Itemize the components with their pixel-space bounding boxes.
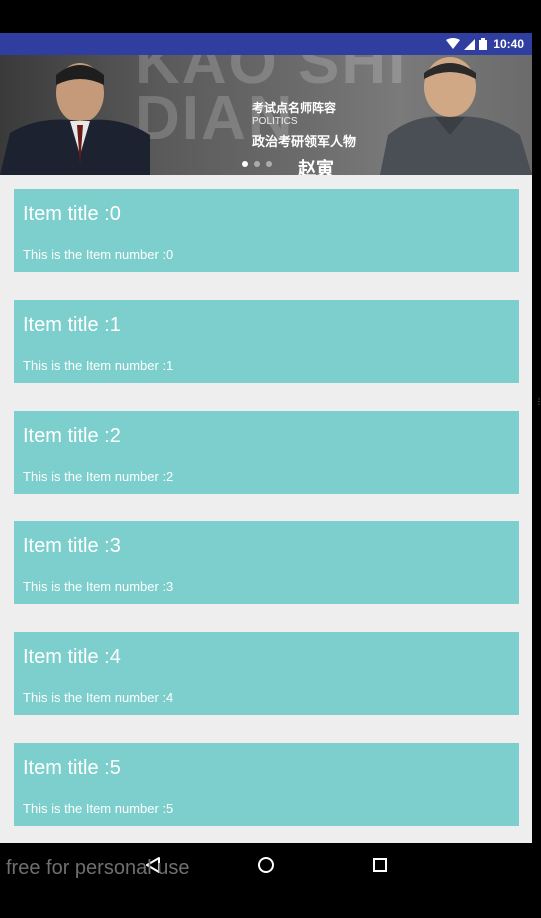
banner-person-left	[0, 55, 150, 175]
scroll-indicator: ⋮	[535, 397, 541, 406]
item-title: Item title :0	[23, 203, 121, 225]
list-item[interactable]: Item title :3 This is the Item number :3	[14, 521, 519, 604]
watermark: free for personal use	[6, 857, 190, 879]
top-frame	[0, 0, 541, 33]
banner-caption-line2: POLITICS	[252, 116, 298, 127]
item-subtitle: This is the Item number :0	[23, 247, 174, 262]
item-list[interactable]: Item title :0 This is the Item number :0…	[0, 175, 532, 843]
signal-icon	[464, 38, 476, 50]
banner-carousel[interactable]: KAO SHI DIAN 考试点名师阵容 POLITICS 政治考研领军人物 赵…	[0, 55, 532, 175]
wifi-icon	[446, 38, 461, 50]
list-item[interactable]: Item title :4 This is the Item number :4	[14, 632, 519, 715]
item-subtitle: This is the Item number :1	[23, 358, 174, 373]
home-icon[interactable]	[254, 855, 278, 875]
item-title: Item title :2	[23, 425, 121, 447]
item-subtitle: This is the Item number :3	[23, 579, 174, 594]
item-title: Item title :1	[23, 314, 121, 336]
list-item[interactable]: Item title :5 This is the Item number :5	[14, 743, 519, 826]
item-subtitle: This is the Item number :2	[23, 469, 174, 484]
carousel-dot[interactable]	[242, 161, 248, 167]
status-bar: 10:40	[0, 33, 532, 55]
banner-caption-line3: 政治考研领军人物	[252, 134, 357, 149]
item-title: Item title :4	[23, 646, 121, 668]
banner-caption-name: 赵寅	[298, 159, 334, 175]
item-subtitle: This is the Item number :5	[23, 801, 174, 816]
status-time: 10:40	[493, 37, 524, 51]
recents-icon[interactable]	[368, 855, 392, 875]
banner-caption-line1: 考试点名师阵容	[252, 101, 337, 115]
item-title: Item title :3	[23, 535, 121, 557]
carousel-dot[interactable]	[266, 161, 272, 167]
banner-person-right	[380, 55, 532, 175]
item-subtitle: This is the Item number :4	[23, 690, 174, 705]
list-item[interactable]: Item title :1 This is the Item number :1	[14, 300, 519, 383]
item-title: Item title :5	[23, 757, 121, 779]
carousel-dot[interactable]	[254, 161, 260, 167]
list-item[interactable]: Item title :0 This is the Item number :0	[14, 189, 519, 272]
bottom-frame	[0, 887, 541, 918]
battery-icon	[479, 38, 488, 50]
carousel-indicator	[242, 161, 272, 167]
list-item[interactable]: Item title :2 This is the Item number :2	[14, 411, 519, 494]
